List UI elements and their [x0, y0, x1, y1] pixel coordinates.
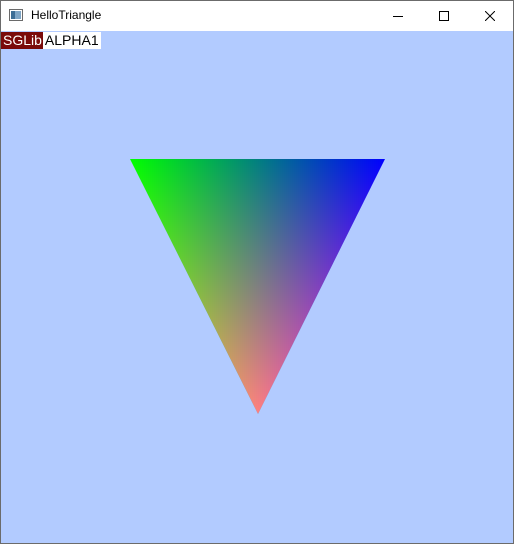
minimize-button[interactable] — [375, 1, 421, 31]
render-viewport[interactable]: SGLib ALPHA1 — [1, 31, 513, 543]
maximize-button[interactable] — [421, 1, 467, 31]
window-title: HelloTriangle — [31, 8, 102, 22]
app-window: HelloTriangle SGLib ALPHA1 — [0, 0, 514, 544]
version-label: ALPHA1 — [42, 32, 101, 49]
maximize-icon — [439, 11, 449, 21]
app-icon — [9, 9, 23, 21]
render-canvas — [130, 159, 385, 414]
close-button[interactable] — [467, 1, 513, 31]
triangle-red-blend — [130, 159, 385, 414]
minimize-icon — [393, 16, 403, 17]
title-bar[interactable]: HelloTriangle — [1, 1, 513, 31]
engine-badge: SGLib ALPHA1 — [1, 32, 101, 49]
close-icon — [485, 11, 495, 21]
library-label: SGLib — [1, 32, 43, 49]
